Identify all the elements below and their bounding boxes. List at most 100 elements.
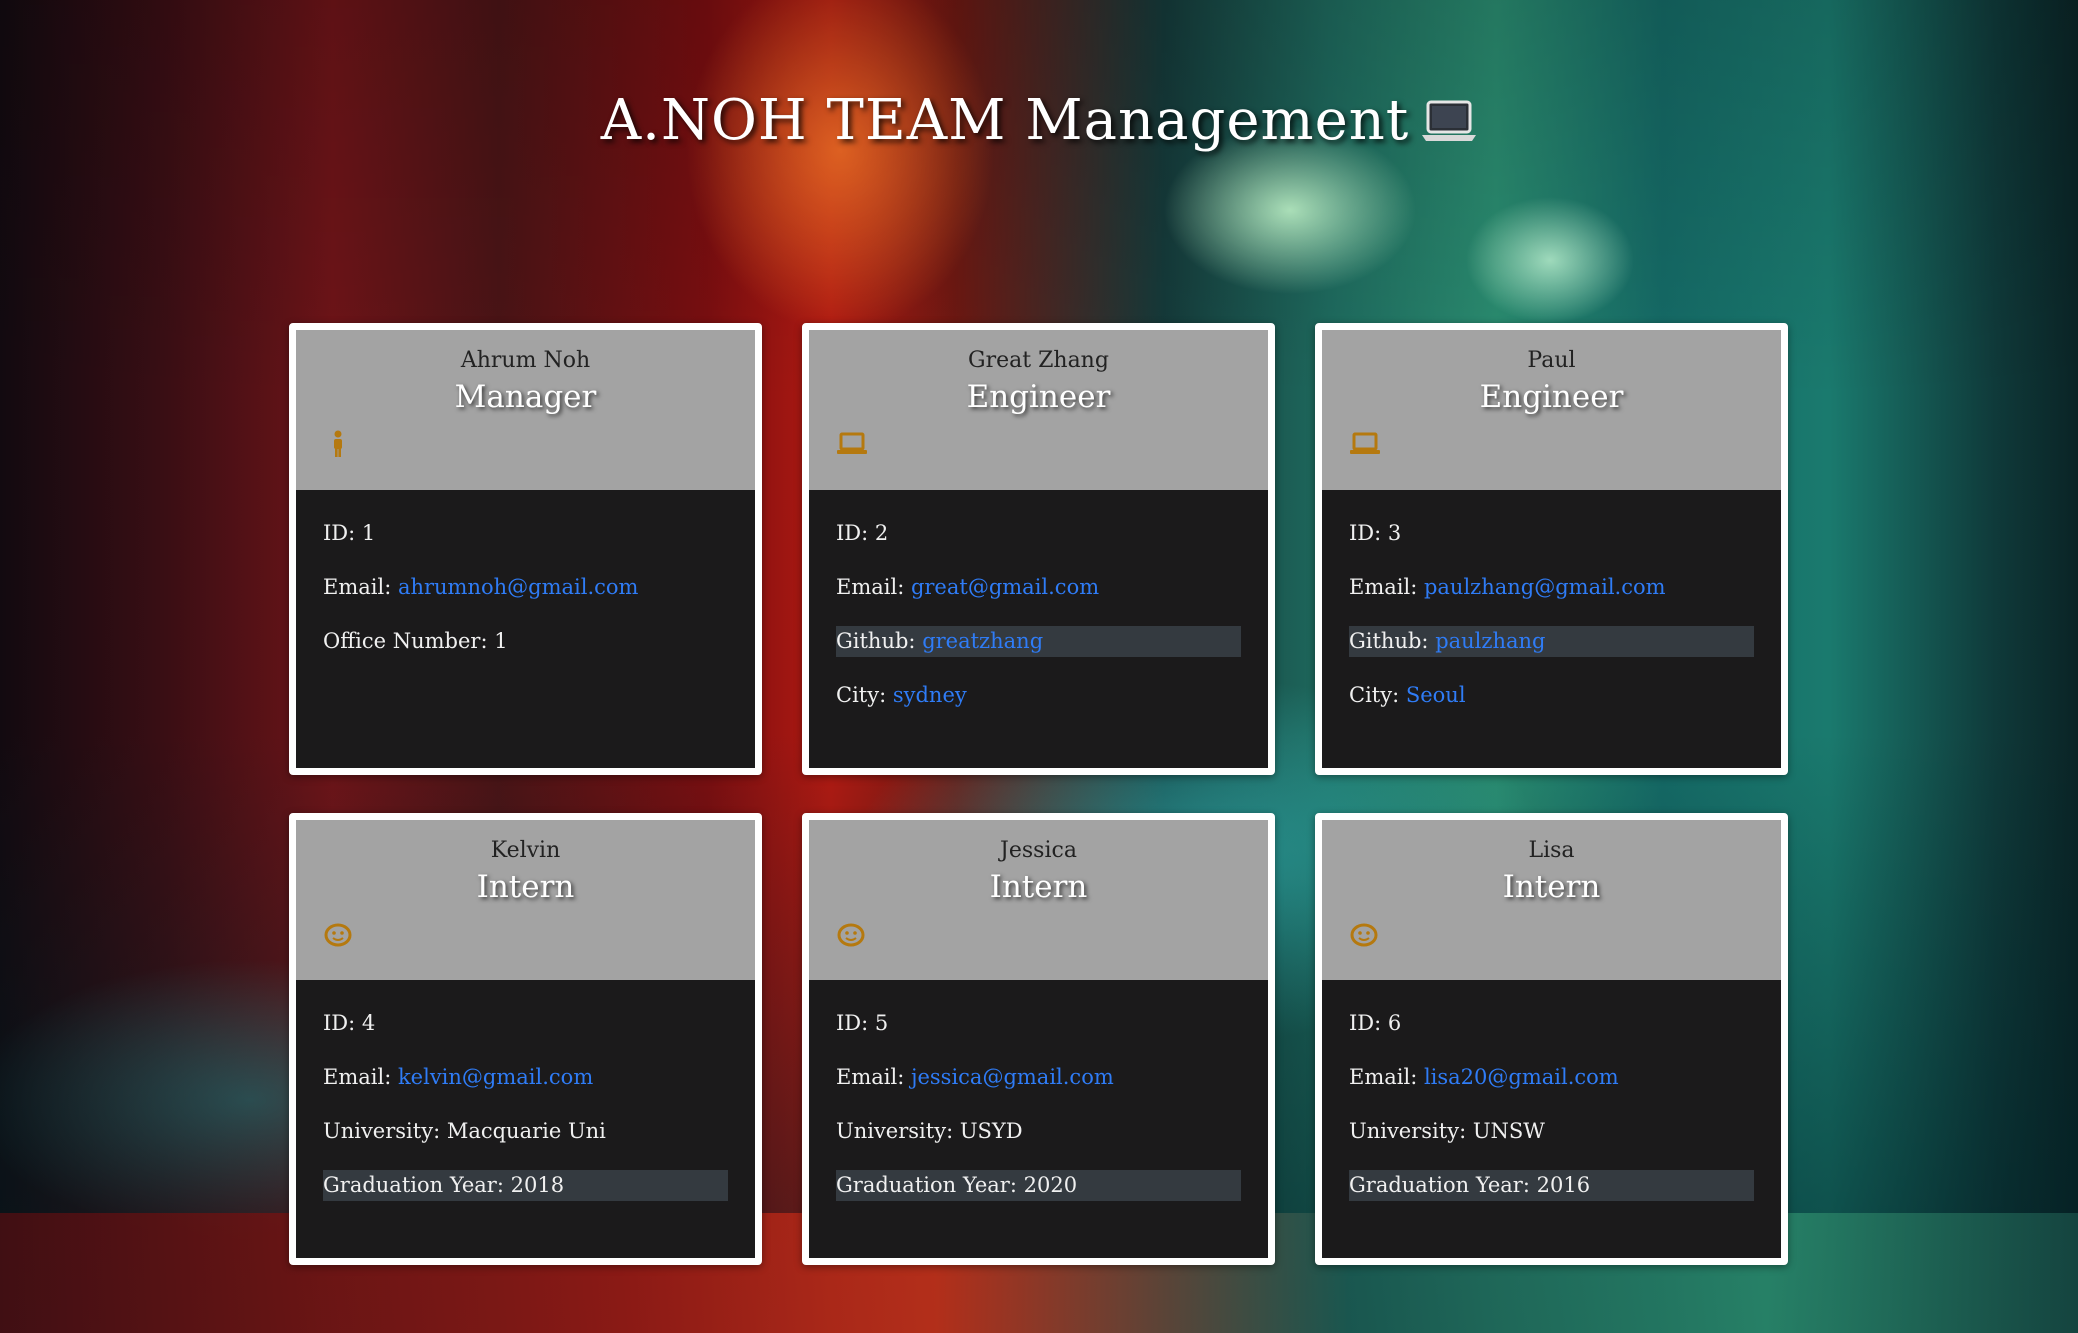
- laptop-icon: [1421, 92, 1477, 157]
- employee-name: Jessica: [1000, 838, 1077, 863]
- card-header: Ahrum Noh Manager: [296, 330, 755, 490]
- card-header: Paul Engineer: [1322, 330, 1781, 490]
- id-label: ID:: [836, 1011, 875, 1035]
- email-label: Email:: [836, 575, 911, 599]
- employee-card: Jessica Intern ID: 5 Email: jessica@gmai…: [802, 813, 1275, 1265]
- employee-name: Great Zhang: [968, 348, 1109, 373]
- email-row: Email: great@gmail.com: [836, 572, 1241, 603]
- employee-role: Intern: [1502, 869, 1601, 905]
- university-value: UNSW: [1472, 1119, 1545, 1143]
- email-row: Email: jessica@gmail.com: [836, 1062, 1241, 1093]
- graduation-label: Graduation Year:: [1349, 1173, 1537, 1197]
- github-link[interactable]: paulzhang: [1435, 629, 1545, 653]
- university-value: Macquarie Uni: [446, 1119, 606, 1143]
- smiley-icon: [1350, 920, 1378, 948]
- team-cards-grid: Ahrum Noh Manager ID: 1 Email: ahrumnoh@…: [289, 323, 1789, 1265]
- id-row: ID: 4: [323, 1008, 728, 1039]
- id-label: ID:: [1349, 1011, 1388, 1035]
- employee-role: Intern: [476, 869, 575, 905]
- card-body: ID: 1 Email: ahrumnoh@gmail.com Office N…: [296, 490, 755, 657]
- person-icon: [324, 430, 352, 458]
- employee-card: Lisa Intern ID: 6 Email: lisa20@gmail.co…: [1315, 813, 1788, 1265]
- email-row: Email: kelvin@gmail.com: [323, 1062, 728, 1093]
- id-value: 2: [874, 521, 889, 545]
- email-label: Email:: [1349, 575, 1424, 599]
- employee-name: Lisa: [1528, 838, 1575, 863]
- smiley-icon: [837, 920, 865, 948]
- github-link[interactable]: greatzhang: [922, 629, 1043, 653]
- email-label: Email:: [323, 575, 398, 599]
- id-value: 5: [874, 1011, 889, 1035]
- card-body: ID: 6 Email: lisa20@gmail.com University…: [1322, 980, 1781, 1201]
- city-link[interactable]: Seoul: [1406, 683, 1466, 707]
- graduation-row: Graduation Year: 2018: [323, 1170, 728, 1201]
- city-link[interactable]: sydney: [893, 683, 967, 707]
- smiley-icon: [324, 920, 352, 948]
- office-row: Office Number: 1: [323, 626, 728, 657]
- card-header: Jessica Intern: [809, 820, 1268, 980]
- email-row: Email: ahrumnoh@gmail.com: [323, 572, 728, 603]
- city-row: City: Seoul: [1349, 680, 1754, 711]
- id-value: 4: [361, 1011, 376, 1035]
- graduation-row: Graduation Year: 2016: [1349, 1170, 1754, 1201]
- email-link[interactable]: paulzhang@gmail.com: [1424, 575, 1666, 599]
- laptop-icon: [837, 430, 867, 458]
- employee-card: Great Zhang Engineer ID: 2 Email: great@…: [802, 323, 1275, 775]
- email-row: Email: lisa20@gmail.com: [1349, 1062, 1754, 1093]
- email-label: Email:: [1349, 1065, 1424, 1089]
- university-row: University: Macquarie Uni: [323, 1116, 728, 1147]
- id-label: ID:: [836, 521, 875, 545]
- email-label: Email:: [836, 1065, 911, 1089]
- email-link[interactable]: lisa20@gmail.com: [1424, 1065, 1619, 1089]
- card-body: ID: 5 Email: jessica@gmail.com Universit…: [809, 980, 1268, 1201]
- employee-card: Ahrum Noh Manager ID: 1 Email: ahrumnoh@…: [289, 323, 762, 775]
- city-label: City:: [836, 683, 893, 707]
- github-label: Github:: [1349, 629, 1436, 653]
- id-row: ID: 1: [323, 518, 728, 549]
- graduation-value: 2020: [1023, 1173, 1078, 1197]
- id-row: ID: 3: [1349, 518, 1754, 549]
- employee-role: Engineer: [966, 379, 1111, 415]
- employee-card: Kelvin Intern ID: 4 Email: kelvin@gmail.…: [289, 813, 762, 1265]
- university-row: University: UNSW: [1349, 1116, 1754, 1147]
- email-link[interactable]: jessica@gmail.com: [911, 1065, 1114, 1089]
- university-label: University:: [836, 1119, 960, 1143]
- card-header: Lisa Intern: [1322, 820, 1781, 980]
- office-value: 1: [494, 629, 508, 653]
- university-label: University:: [1349, 1119, 1473, 1143]
- graduation-label: Graduation Year:: [836, 1173, 1024, 1197]
- email-link[interactable]: great@gmail.com: [911, 575, 1099, 599]
- employee-name: Ahrum Noh: [460, 348, 591, 373]
- github-row: Github: greatzhang: [836, 626, 1241, 657]
- card-body: ID: 4 Email: kelvin@gmail.com University…: [296, 980, 755, 1201]
- id-value: 3: [1387, 521, 1402, 545]
- employee-role: Manager: [454, 379, 597, 415]
- card-body: ID: 3 Email: paulzhang@gmail.com Github:…: [1322, 490, 1781, 711]
- id-row: ID: 6: [1349, 1008, 1754, 1039]
- page-title-text: A.NOH TEAM Management: [600, 88, 1410, 153]
- email-link[interactable]: kelvin@gmail.com: [398, 1065, 593, 1089]
- id-label: ID:: [323, 1011, 362, 1035]
- office-label: Office Number:: [323, 629, 495, 653]
- id-value: 1: [361, 521, 376, 545]
- graduation-row: Graduation Year: 2020: [836, 1170, 1241, 1201]
- employee-name: Paul: [1527, 348, 1576, 373]
- id-label: ID:: [1349, 521, 1388, 545]
- page-title: A.NOH TEAM Management: [0, 88, 2078, 157]
- email-link[interactable]: ahrumnoh@gmail.com: [398, 575, 639, 599]
- employee-role: Engineer: [1479, 379, 1624, 415]
- email-row: Email: paulzhang@gmail.com: [1349, 572, 1754, 603]
- city-label: City:: [1349, 683, 1406, 707]
- employee-role: Intern: [989, 869, 1088, 905]
- graduation-value: 2016: [1536, 1173, 1591, 1197]
- card-header: Kelvin Intern: [296, 820, 755, 980]
- university-value: USYD: [959, 1119, 1023, 1143]
- employee-card: Paul Engineer ID: 3 Email: paulzhang@gma…: [1315, 323, 1788, 775]
- github-row: Github: paulzhang: [1349, 626, 1754, 657]
- university-label: University:: [323, 1119, 447, 1143]
- graduation-label: Graduation Year:: [323, 1173, 511, 1197]
- github-label: Github:: [836, 629, 923, 653]
- university-row: University: USYD: [836, 1116, 1241, 1147]
- graduation-value: 2018: [510, 1173, 565, 1197]
- laptop-icon: [1350, 430, 1380, 458]
